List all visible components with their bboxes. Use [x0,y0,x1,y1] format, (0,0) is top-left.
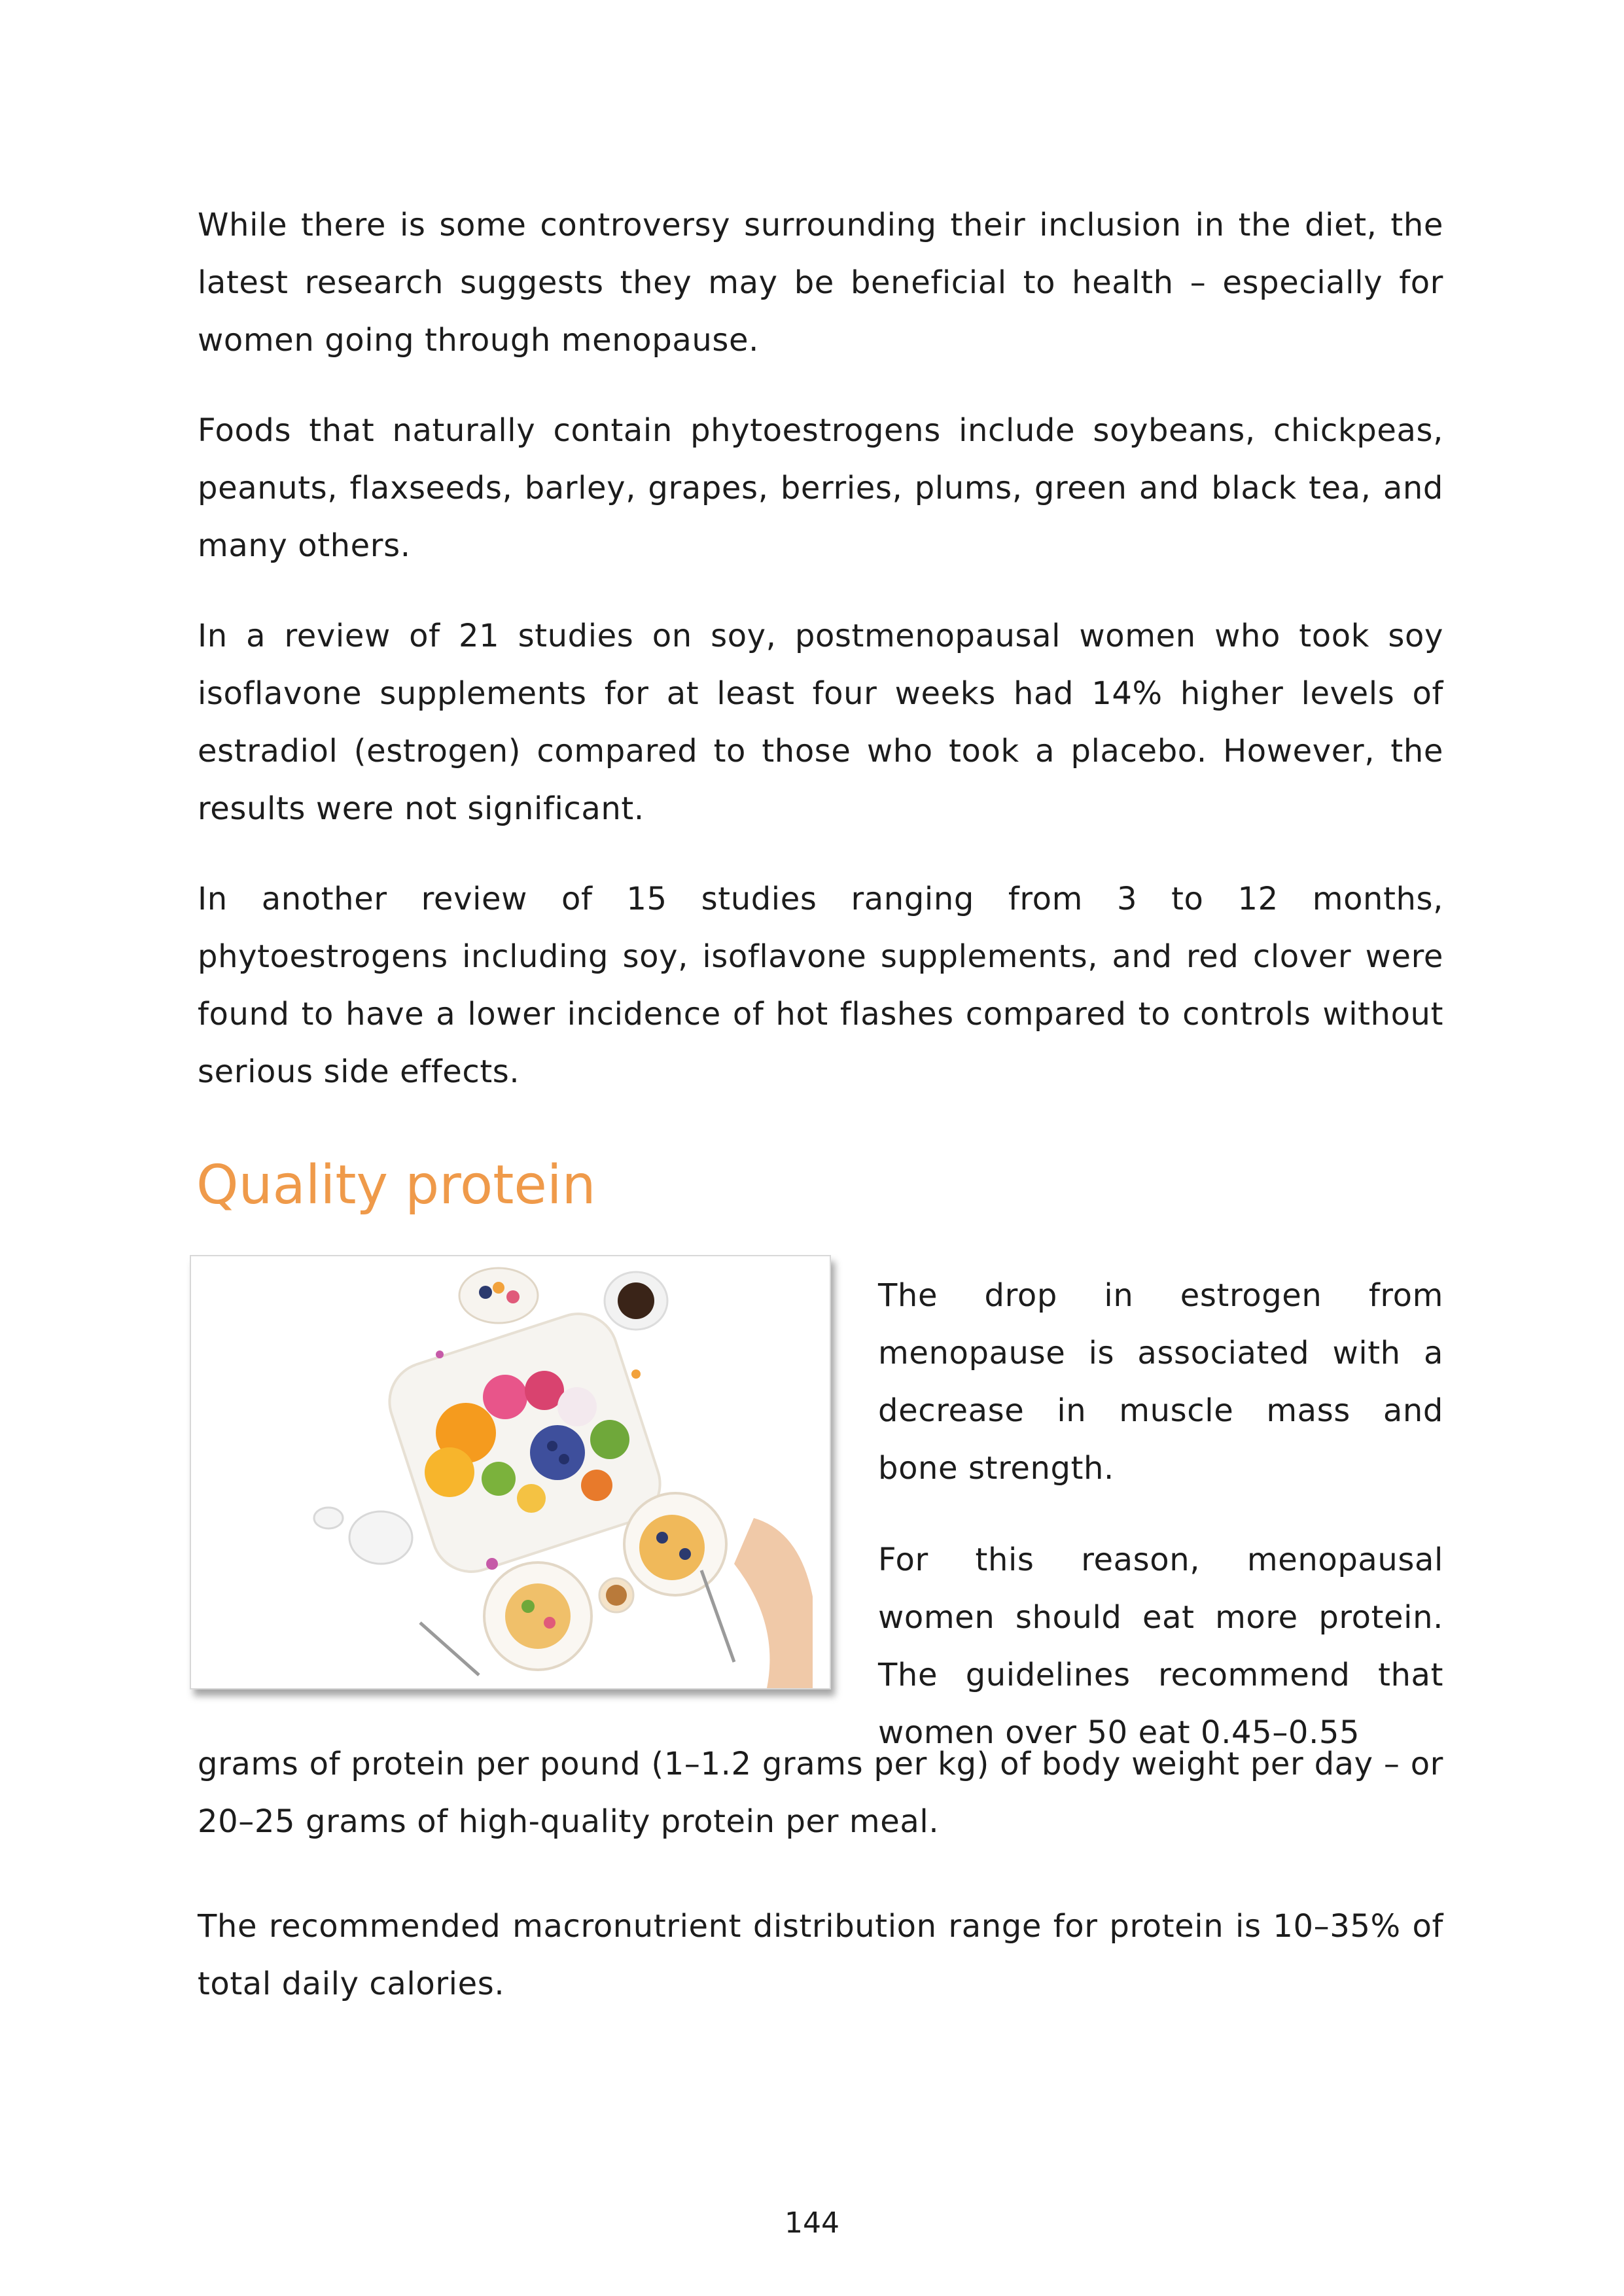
paragraph-protein-guideline: For this reason, menopausal women should… [878,1542,1443,1751]
food-illustration [191,1256,830,1688]
paragraph-hot-flashes-review: In another review of 15 studies ranging … [198,881,1443,1090]
paragraph-protein-continuation: grams of protein per pound (1–1.2 grams … [198,1746,1443,1840]
paragraph-macronutrient-range: The recommended macronutrient distributi… [198,1908,1443,2002]
paragraph-estrogen-drop: The drop in estrogen from menopause is a… [878,1277,1443,1487]
paragraph-controversy: While there is some controversy surround… [198,207,1443,359]
section-heading: Quality protein [196,1154,596,1216]
paragraph-soy-review: In a review of 21 studies on soy, postme… [198,618,1443,827]
page-number: 144 [785,2206,839,2240]
document-page: While there is some controversy surround… [0,0,1624,2296]
food-platter-photo [190,1255,831,1689]
paragraph-phytoestrogen-foods: Foods that naturally contain phytoestrog… [198,412,1443,564]
